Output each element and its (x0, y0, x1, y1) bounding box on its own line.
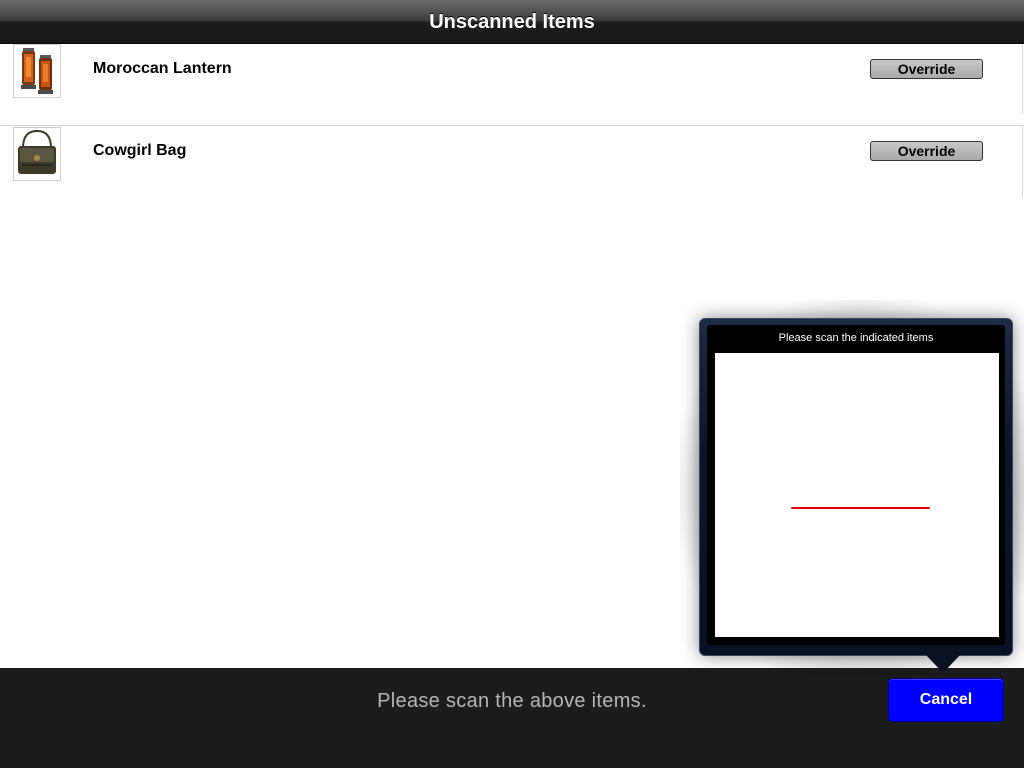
scanner-title: Please scan the indicated items (778, 332, 934, 344)
row-divider (1022, 126, 1023, 198)
popover-arrow-icon (926, 655, 960, 673)
scan-line (791, 507, 930, 509)
navigation-bar: Unscanned Items (0, 0, 1024, 44)
unscanned-items-screen: Unscanned Items Moroccan Lantern Overrid… (0, 0, 1024, 768)
override-button[interactable]: Override (870, 141, 983, 161)
row-divider (1022, 44, 1023, 114)
scan-status-text: Please scan the above items. (377, 690, 647, 712)
page-title: Unscanned Items (429, 11, 595, 33)
bottom-toolbar: Please scan the above items. Cancel (0, 668, 1024, 768)
unscanned-item-list: Moroccan Lantern Override Cowgirl Bag Ov… (0, 44, 1024, 207)
item-name: Cowgirl Bag (93, 142, 187, 159)
item-name: Moroccan Lantern (93, 60, 232, 77)
scanner-viewfinder[interactable] (715, 353, 999, 637)
scanner-popover: Please scan the indicated items (699, 318, 1013, 656)
list-item: Moroccan Lantern Override (0, 44, 1024, 126)
lantern-thumbnail-icon (13, 44, 61, 98)
scanner-panel: Please scan the indicated items (707, 325, 1005, 645)
override-button[interactable]: Override (870, 59, 983, 79)
list-item: Cowgirl Bag Override (0, 126, 1024, 207)
cancel-button[interactable]: Cancel (888, 678, 1004, 722)
bag-thumbnail-icon (13, 127, 61, 181)
